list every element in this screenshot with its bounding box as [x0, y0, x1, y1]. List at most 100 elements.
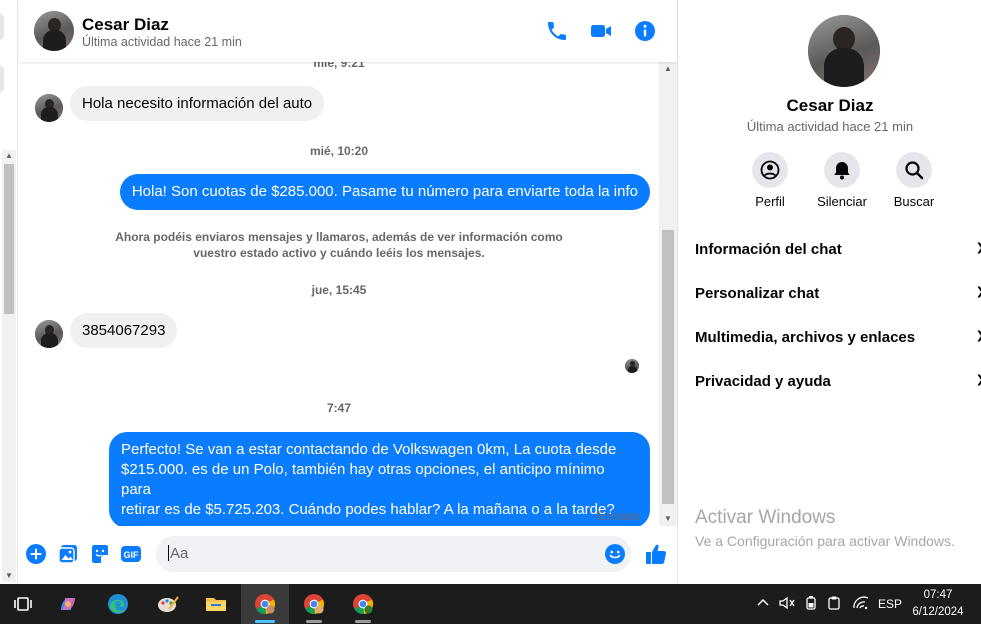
profile-button[interactable]: Perfil: [735, 152, 805, 209]
gif-icon[interactable]: GIF: [120, 543, 142, 565]
contact-status: Última actividad hace 21 min: [82, 35, 242, 49]
phone-icon[interactable]: [545, 19, 569, 43]
timestamp: jue, 15:45: [311, 283, 367, 297]
section-label: Personalizar chat: [695, 285, 820, 302]
copilot-icon: [61, 598, 75, 610]
plus-icon[interactable]: [25, 543, 47, 565]
task-view-button[interactable]: [0, 584, 48, 624]
bell-icon: [824, 152, 860, 188]
profile-icon: [752, 152, 788, 188]
text-caret: [168, 545, 169, 561]
message-input[interactable]: Aa: [156, 536, 631, 572]
section-customize-chat[interactable]: Personalizar chat ❯: [695, 285, 981, 302]
conversation-details-panel: Cesar Diaz Última actividad hace 21 min …: [677, 0, 981, 584]
watermark-title: Activar Windows: [695, 507, 836, 528]
section-label: Privacidad y ayuda: [695, 373, 831, 390]
search-button[interactable]: Buscar: [879, 152, 949, 209]
chrome-profile-3-button[interactable]: [339, 584, 387, 624]
info-notice: Ahora podéis enviaros mensajes y llamaro…: [109, 229, 569, 261]
left-sidebar-strip: ▲ ▼: [0, 0, 18, 584]
composer: GIF Aa: [19, 526, 677, 584]
contact-avatar[interactable]: [34, 11, 74, 51]
wifi-icon[interactable]: [852, 595, 870, 635]
search-icon: [896, 152, 932, 188]
incoming-message[interactable]: 3854067293: [70, 313, 178, 348]
chrome-icon: [255, 594, 276, 615]
scroll-down-arrow-icon[interactable]: ▼: [659, 512, 677, 526]
sidebar-nub: [0, 14, 4, 40]
message-line: Perfecto! Se van a estar contactando de …: [121, 441, 617, 458]
svg-text:GIF: GIF: [124, 550, 140, 560]
mute-label: Silenciar: [817, 194, 867, 209]
battery-icon[interactable]: [803, 595, 819, 635]
paint-icon: [158, 596, 179, 612]
incoming-message[interactable]: Hola necesito información del auto: [70, 86, 325, 121]
contact-name[interactable]: Cesar Diaz: [82, 15, 169, 35]
panel-contact-status: Última actividad hace 21 min: [746, 119, 914, 134]
task-view-icon: [14, 597, 32, 611]
sticker-icon[interactable]: [89, 543, 111, 565]
outgoing-message[interactable]: Perfecto! Se van a estar contactando de …: [109, 432, 650, 526]
edge-button[interactable]: [94, 584, 142, 624]
contact-large-avatar[interactable]: [808, 15, 880, 87]
muted-volume-icon[interactable]: [778, 595, 796, 635]
scrollbar-thumb[interactable]: [662, 230, 674, 504]
section-privacy-help[interactable]: Privacidad y ayuda ❯: [695, 373, 981, 390]
section-label: Multimedia, archivos y enlaces: [695, 329, 916, 346]
left-scrollbar[interactable]: ▲ ▼: [2, 150, 16, 582]
read-receipt-avatar: [625, 359, 639, 373]
watermark-subtitle: Ve a Configuración para activar Windows.: [695, 533, 955, 549]
panel-contact-name: Cesar Diaz: [786, 96, 874, 115]
timestamp: 7:47: [326, 401, 352, 415]
message-scrollbar[interactable]: ▲ ▼: [659, 62, 677, 526]
edge-icon: [108, 594, 128, 614]
message-input-placeholder: Aa: [170, 545, 189, 562]
chrome-button-active[interactable]: [241, 584, 289, 624]
info-icon[interactable]: [633, 19, 657, 43]
clock-date: 6/12/2024: [912, 606, 964, 618]
gallery-icon[interactable]: [57, 543, 79, 565]
chevron-down-icon: ❯: [976, 329, 981, 342]
thumbs-up-icon[interactable]: [644, 542, 668, 566]
timestamp: mié, 10:20: [309, 144, 369, 158]
chevron-down-icon: ❯: [976, 241, 981, 254]
paint-app-button[interactable]: [144, 584, 192, 624]
message-list: mié, 9:21 Hola necesito información del …: [19, 62, 659, 526]
info-notice-line: vuestro estado activo y cuándo leéis los…: [193, 246, 485, 260]
section-media-files[interactable]: Multimedia, archivos y enlaces ❯: [695, 329, 981, 346]
clock[interactable]: 07:47 6/12/2024: [898, 587, 978, 621]
clipboard-icon[interactable]: [826, 595, 842, 635]
video-call-icon[interactable]: [589, 19, 613, 43]
taskbar: ESP 07:47 6/12/2024: [0, 584, 981, 624]
search-label: Buscar: [893, 194, 935, 209]
sent-status: Enviado: [596, 509, 640, 523]
windows-activation-watermark: Activar Windows Ve a Configuración para …: [695, 507, 955, 549]
emoji-icon[interactable]: [604, 543, 626, 565]
info-notice-line: Ahora podéis enviaros mensajes y llamaro…: [115, 230, 563, 244]
chevron-up-icon[interactable]: [755, 595, 771, 635]
chevron-down-icon: ❯: [976, 373, 981, 386]
section-chat-info[interactable]: Información del chat ❯: [695, 241, 981, 258]
copilot-button[interactable]: [44, 584, 92, 624]
mute-button[interactable]: Silenciar: [807, 152, 877, 209]
message-line: $215.000. es de un Polo, también hay otr…: [121, 461, 605, 498]
outgoing-message[interactable]: Hola! Son cuotas de $285.000. Pasame tu …: [119, 174, 650, 210]
chrome-profile-2-button[interactable]: [290, 584, 338, 624]
sender-avatar[interactable]: [35, 94, 63, 122]
chrome-icon: [304, 594, 325, 615]
chat-header: Cesar Diaz Última actividad hace 21 min: [19, 0, 677, 62]
timestamp: mié, 9:21: [313, 62, 365, 70]
sender-avatar[interactable]: [35, 320, 63, 348]
chrome-icon: [353, 594, 374, 615]
clock-time: 07:47: [923, 589, 953, 601]
folder-icon: [206, 598, 226, 611]
scrollbar-thumb[interactable]: [4, 164, 14, 314]
chevron-down-icon: ❯: [976, 285, 981, 298]
scroll-down-arrow-icon[interactable]: ▼: [2, 570, 16, 582]
message-line: retirar es de $5.725.203. Cuándo podes h…: [121, 501, 615, 518]
scroll-up-arrow-icon[interactable]: ▲: [659, 62, 677, 76]
section-label: Información del chat: [695, 241, 842, 258]
scroll-up-arrow-icon[interactable]: ▲: [2, 150, 16, 162]
sidebar-nub: [0, 66, 4, 92]
file-explorer-button[interactable]: [192, 584, 240, 624]
